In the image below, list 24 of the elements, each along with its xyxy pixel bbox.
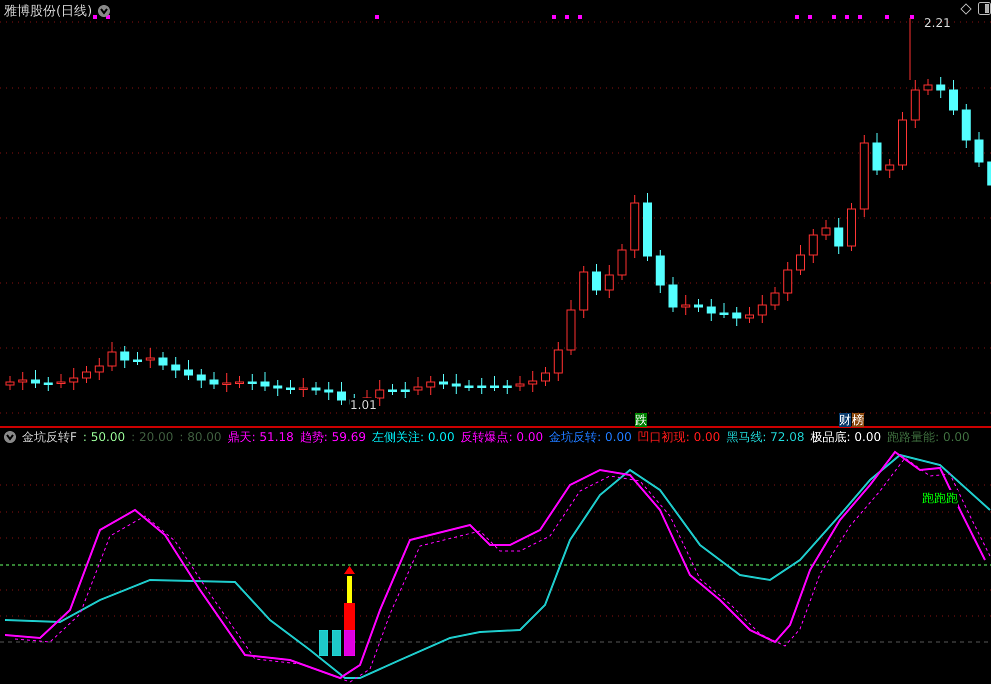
indicator-value: 左侧关注: 0.00 — [372, 428, 455, 446]
dropdown-icon[interactable] — [4, 431, 16, 443]
low-price-label: 1.01 — [350, 398, 377, 412]
indicator-value: 反转爆点: 0.00 — [460, 428, 544, 446]
indicator-value: 黑马线: 72.08 — [726, 428, 805, 446]
stock-title: 雅博股份(日线) — [4, 2, 92, 20]
indicator-value: 极品底: 0.00 — [810, 428, 882, 446]
indicator-value: 跑路量能: 0.00 — [887, 428, 970, 446]
indicator-param: : 50.00 — [82, 430, 126, 444]
indicator-value: 金坑反转: 0.00 — [549, 428, 632, 446]
indicator-value: 趋势: 59.69 — [300, 428, 366, 446]
indicator-name: 金坑反转F — [22, 428, 77, 446]
indicator-param: : 20.00 — [131, 430, 174, 444]
indicator-value: 凹口初现: 0.00 — [638, 428, 720, 446]
signal-marker: 榜 — [852, 413, 864, 427]
panel-toggle-icon[interactable] — [978, 2, 991, 15]
signal-marker: 跌 — [635, 413, 647, 427]
high-price-label: 2.21 — [924, 16, 951, 30]
diamond-icon[interactable] — [960, 3, 972, 15]
dropdown-icon[interactable] — [98, 5, 110, 17]
indicator-value: 鼎天: 51.18 — [228, 428, 294, 446]
indicator-param: : 80.00 — [179, 430, 222, 444]
signal-marker: 财 — [839, 413, 851, 427]
signal-label: 跑跑跑 — [922, 490, 958, 507]
